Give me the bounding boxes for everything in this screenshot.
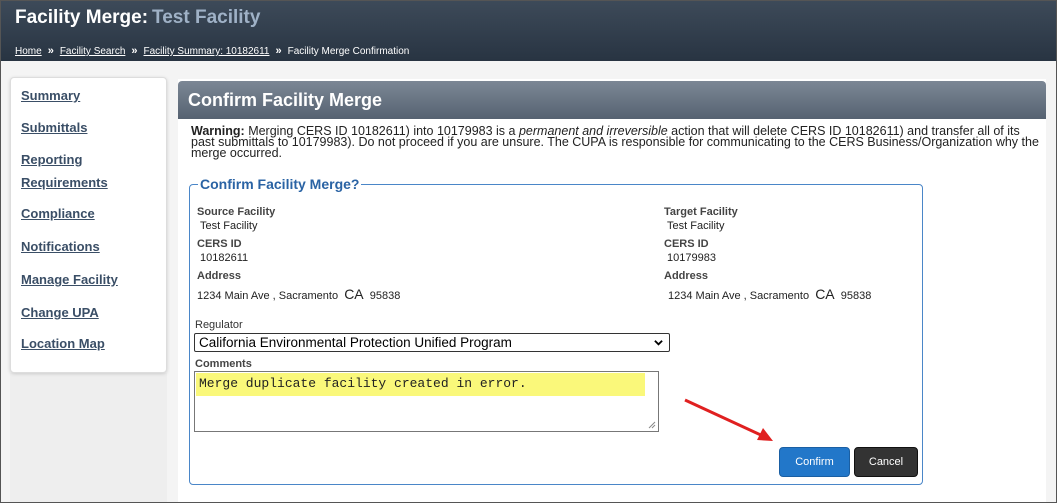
- confirm-button[interactable]: Confirm: [779, 447, 850, 477]
- sidebar-item-notifications[interactable]: Notifications: [21, 237, 100, 256]
- sidebar-item-manage-facility[interactable]: Manage Facility: [21, 270, 118, 289]
- target-street: 1234 Main Ave: [668, 290, 741, 302]
- source-street: 1234 Main Ave: [197, 290, 270, 302]
- breadcrumb-separator: »: [275, 45, 282, 57]
- breadcrumb-separator: »: [131, 45, 138, 57]
- sidebar-item-compliance[interactable]: Compliance: [21, 204, 95, 223]
- panel-title: Confirm Facility Merge: [188, 90, 383, 110]
- panel-header: Confirm Facility Merge: [178, 81, 1046, 119]
- target-address: 1234 Main Ave , Sacramento CA 95838: [668, 286, 872, 302]
- target-address-label: Address: [664, 270, 709, 282]
- facility-name: Test Facility: [152, 7, 261, 28]
- breadcrumb-facility-summary[interactable]: Facility Summary: 10182611: [144, 46, 270, 57]
- target-facility-heading: Target Facility: [664, 206, 738, 218]
- chevron-down-icon: [654, 340, 663, 346]
- arrow-icon: [684, 398, 773, 441]
- source-facility-name: Test Facility: [200, 220, 258, 232]
- target-state: CA: [815, 286, 835, 302]
- target-zip: 95838: [840, 290, 872, 302]
- comments-text: Merge duplicate facility created in erro…: [199, 376, 527, 391]
- target-city: Sacramento: [749, 290, 810, 302]
- sidebar-item-requirements[interactable]: Requirements: [21, 173, 108, 192]
- target-facility-name: Test Facility: [667, 220, 725, 232]
- sidebar-nav: Summary Submittals Reporting Requirement…: [10, 77, 167, 373]
- source-address-label: Address: [197, 270, 242, 282]
- breadcrumb-separator: »: [47, 45, 54, 57]
- target-cers-label: CERS ID: [664, 238, 709, 250]
- source-zip: 95838: [369, 290, 401, 302]
- regulator-select[interactable]: California Environmental Protection Unif…: [194, 333, 670, 352]
- regulator-label: Regulator: [195, 319, 243, 331]
- breadcrumb-home[interactable]: Home: [15, 46, 42, 57]
- source-cers-id: 10182611: [200, 252, 249, 264]
- breadcrumb: Home » Facility Search » Facility Summary: 1…: [15, 45, 409, 57]
- comments-label: Comments: [195, 358, 252, 370]
- comments-textarea[interactable]: Merge duplicate facility created in erro…: [194, 371, 659, 432]
- source-cers-label: CERS ID: [197, 238, 242, 250]
- sidebar-item-submittals[interactable]: Submittals: [21, 118, 87, 137]
- resize-grip-icon[interactable]: [648, 421, 656, 429]
- page-title-label: Facility Merge:: [15, 7, 149, 28]
- target-cers-id: 10179983: [667, 252, 716, 264]
- breadcrumb-current: Facility Merge Confirmation: [287, 46, 410, 57]
- sidebar-item-reporting[interactable]: Reporting: [21, 150, 82, 169]
- warning-message: Warning: Merging CERS ID 10182611) into …: [191, 125, 1046, 160]
- sidebar-item-change-upa[interactable]: Change UPA: [21, 303, 99, 322]
- page-header: Facility Merge: Test Facility Home » Facili…: [1, 1, 1056, 61]
- source-state: CA: [344, 286, 364, 302]
- fieldset-legend: Confirm Facility Merge?: [198, 176, 362, 192]
- cancel-button[interactable]: Cancel: [854, 447, 918, 477]
- source-address: 1234 Main Ave , Sacramento CA 95838: [197, 286, 401, 302]
- sidebar-filler: [10, 373, 167, 502]
- sidebar-item-summary[interactable]: Summary: [21, 86, 80, 105]
- source-city: Sacramento: [278, 290, 339, 302]
- page-title: Facility Merge: Test Facility: [15, 7, 260, 29]
- source-facility-heading: Source Facility: [197, 206, 276, 218]
- regulator-selected-value: California Environmental Protection Unif…: [199, 335, 512, 350]
- app-window: Facility Merge: Test Facility Home» Facili…: [0, 0, 1057, 503]
- breadcrumb-facility-search[interactable]: Facility Search: [60, 46, 126, 57]
- sidebar-item-location-map[interactable]: Location Map: [21, 334, 105, 353]
